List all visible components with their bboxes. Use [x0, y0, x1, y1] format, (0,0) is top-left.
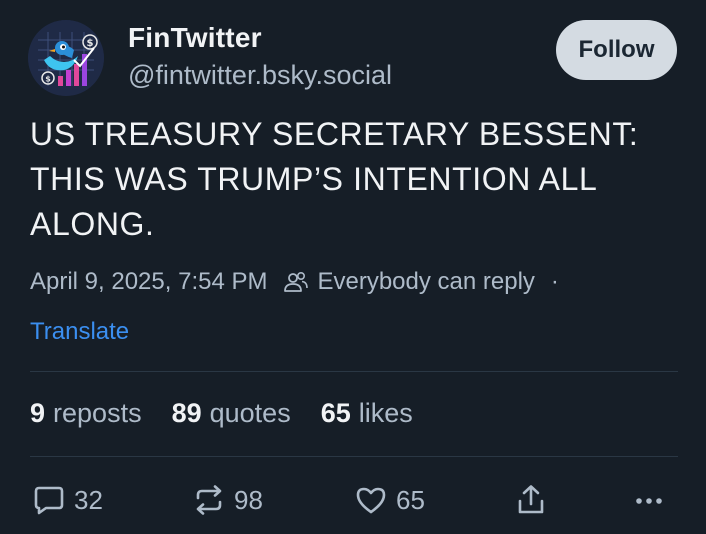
follow-button[interactable]: Follow	[556, 20, 677, 80]
reply-count: 32	[74, 484, 103, 515]
more-options-icon	[636, 498, 662, 504]
avatar[interactable]: $ $	[28, 20, 104, 96]
author-handle[interactable]: @fintwitter.bsky.social	[128, 60, 392, 91]
author-display-name[interactable]: FinTwitter	[128, 22, 262, 54]
like-count: 65	[396, 484, 425, 515]
action-bar: 32 98 65	[30, 478, 680, 522]
reposts-label: reposts	[53, 398, 142, 428]
repost-icon	[196, 485, 222, 515]
people-icon	[284, 271, 309, 292]
post-stats: 9 reposts 89 quotes 65 likes	[30, 398, 443, 429]
post-text: US TREASURY SECRETARY BESSENT: THIS WAS …	[30, 116, 639, 242]
reply-setting-label[interactable]: Everybody can reply	[317, 268, 534, 296]
share-button[interactable]	[514, 478, 548, 522]
heart-icon	[356, 487, 386, 514]
divider	[30, 371, 678, 372]
bird-chart-icon: $ $	[28, 20, 104, 96]
meta-separator: ·	[550, 268, 559, 295]
reposts-count: 9	[30, 398, 46, 428]
quotes-stat[interactable]: 89 quotes	[172, 398, 291, 429]
likes-stat[interactable]: 65 likes	[321, 398, 413, 429]
post-meta: April 9, 2025, 7:54 PM Everybody can rep…	[30, 268, 559, 296]
likes-label: likes	[358, 398, 413, 428]
like-button[interactable]: 65	[354, 478, 425, 522]
quotes-label: quotes	[209, 398, 291, 428]
reply-button[interactable]: 32	[32, 478, 103, 522]
svg-text:$: $	[45, 75, 51, 84]
likes-count: 65	[320, 398, 351, 428]
post-timestamp[interactable]: April 9, 2025, 7:54 PM	[30, 268, 267, 296]
reposts-stat[interactable]: 9 reposts	[30, 398, 142, 429]
repost-count: 98	[234, 484, 263, 515]
divider	[30, 456, 678, 457]
repost-button[interactable]: 98	[192, 478, 263, 522]
more-options-button[interactable]	[632, 478, 666, 522]
post-card: $ $ FinTwitter @fintwitter.bsky.social F…	[0, 0, 706, 534]
quotes-count: 89	[171, 398, 202, 428]
reply-icon	[34, 486, 64, 515]
share-icon	[518, 485, 544, 514]
svg-text:$: $	[87, 38, 94, 49]
translate-link[interactable]: Translate	[30, 318, 129, 346]
